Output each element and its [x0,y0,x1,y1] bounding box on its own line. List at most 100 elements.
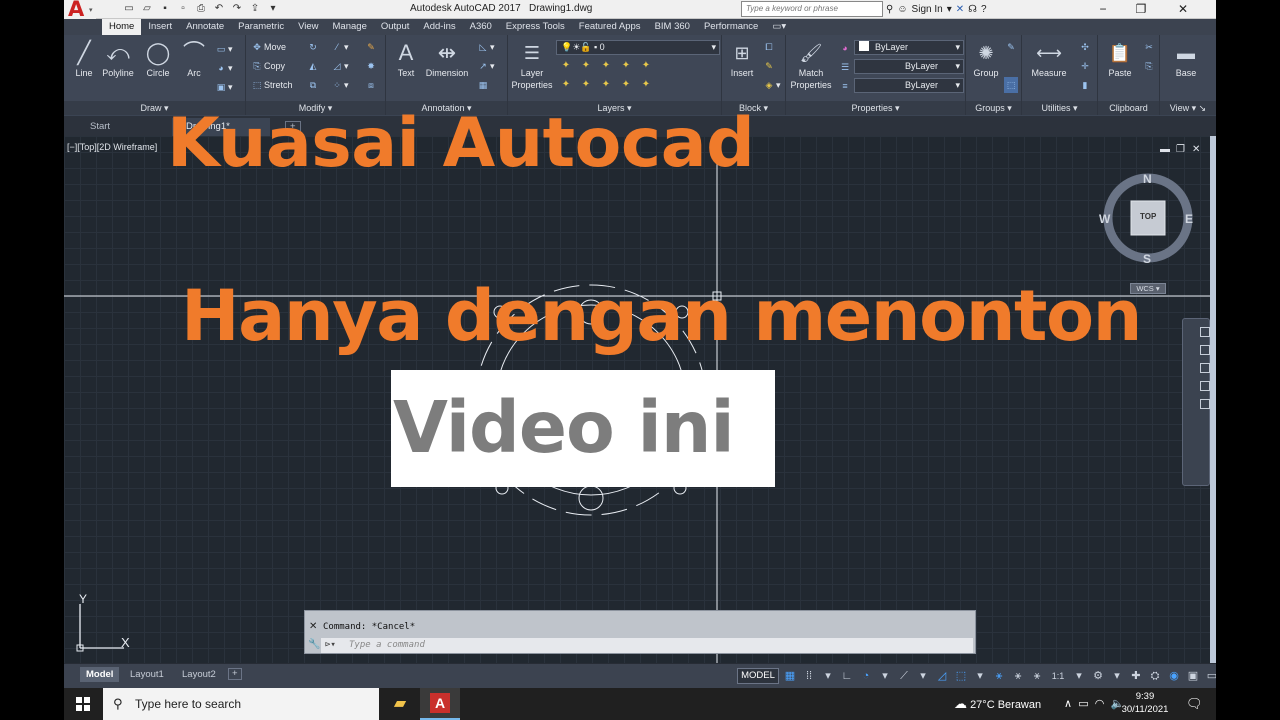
close-icon[interactable]: ✕ [309,621,317,632]
layer-tool-icon[interactable]: ✦ [620,79,632,91]
tab-a360[interactable]: A360 [463,19,499,35]
erase-tool[interactable]: ✎ [364,39,378,55]
tab-add-ins[interactable]: Add-ins [416,19,462,35]
tab-view[interactable]: View [291,19,325,35]
chevron-down-icon[interactable]: ▾ [1071,668,1087,684]
rectangle-tool[interactable]: ▭ ▾ [214,41,233,57]
save-as-icon[interactable]: ▫ [176,2,190,16]
tab-parametric[interactable]: Parametric [231,19,291,35]
stay-connected-icon[interactable]: ☊ [968,4,977,15]
annotation-visibility-icon[interactable]: ⚹ [991,668,1007,684]
plus-icon[interactable]: ✚ [1128,668,1144,684]
multileader-tool[interactable]: ↗ ▾ [476,58,494,74]
tab-model[interactable]: Model [80,667,120,682]
array-tool[interactable]: ⁘ ▾ [330,77,348,93]
polyline-button[interactable]: ⤺ Polyline [98,39,138,79]
tab-home[interactable]: Home [102,19,142,35]
tab-output[interactable]: Output [374,19,417,35]
layer-tool-icon[interactable]: ✦ [640,60,652,72]
user-icon[interactable]: ☺ [897,4,907,15]
layer-tool-icon[interactable]: ✦ [560,60,572,72]
table-tool[interactable]: ▦ [476,77,490,93]
panel-title-utilities[interactable]: Utilities ▾ [1022,101,1097,115]
chevron-down-icon[interactable]: ▾ [947,4,952,15]
hardware-acceleration-icon[interactable]: ◉ [1166,668,1182,684]
layer-tool-icon[interactable]: ✦ [560,79,572,91]
help-search-input[interactable]: Type a keyword or phrase [741,1,883,17]
layer-tool-icon[interactable]: ✦ [580,79,592,91]
explode-tool[interactable]: ✸ [364,58,378,74]
minimize-button[interactable]: − [1088,0,1118,19]
tab-manage[interactable]: Manage [326,19,374,35]
close-button[interactable]: ✕ [1168,0,1198,19]
boundary-tool[interactable]: ▣ ▾ [214,79,233,95]
compass-east[interactable]: E [1185,212,1193,226]
annotation-scale-icon[interactable]: ⚹ [1029,668,1045,684]
copy-clip-tool[interactable]: ⎘ [1142,58,1156,74]
compass-south[interactable]: S [1143,252,1151,266]
showmotion-icon[interactable] [1200,399,1210,409]
isolate-objects-icon[interactable]: ⛭ [1147,668,1163,684]
text-button[interactable]: A Text [386,39,426,79]
taskbar-clock[interactable]: 9:39 30/11/2021 [1115,690,1175,716]
layer-tool-icon[interactable]: ✦ [640,79,652,91]
auto-scale-icon[interactable]: ⚹ [1010,668,1026,684]
binoculars-icon[interactable]: ⚲ [886,4,893,15]
tab-start[interactable]: Start [76,118,124,136]
tab-annotate[interactable]: Annotate [179,19,231,35]
leader-tool[interactable]: ◺ ▾ [476,39,495,55]
polar-icon[interactable]: ◔ [858,668,874,684]
compass-west[interactable]: W [1099,212,1110,226]
save-icon[interactable]: ▪ [158,2,172,16]
color-dropdown[interactable]: ByLayer ▾ [854,40,964,55]
plot-icon[interactable]: ⎙ [194,2,208,16]
open-folder-icon[interactable]: ▱ [140,2,154,16]
match-properties-button[interactable]: 🖌 Match Properties [786,39,836,91]
insert-button[interactable]: ⊞ Insert [722,39,762,79]
mirror-tool[interactable]: ◭ [306,58,320,74]
ungroup-tool[interactable]: ✎ [1004,39,1018,55]
base-button[interactable]: ▬ Base [1166,39,1206,79]
chevron-down-icon[interactable]: ▾ [915,668,931,684]
paste-button[interactable]: 📋 Paste [1100,39,1140,79]
pan-icon[interactable] [1200,345,1210,355]
scale-value[interactable]: 1:1 [1048,668,1068,684]
layer-tool-icon[interactable]: ✦ [620,60,632,72]
display-icon[interactable]: ▭ [1078,698,1088,710]
steering-wheel-icon[interactable] [1200,327,1210,337]
layer-dropdown[interactable]: 💡☀🔓 ▪ 0 ▾ [556,40,720,55]
model-space-toggle[interactable]: MODEL [737,668,779,684]
graphics-performance-icon[interactable]: ▣ [1185,668,1201,684]
redo-icon[interactable]: ↷ [230,2,244,16]
orbit-icon[interactable] [1200,381,1210,391]
snap-icon[interactable]: ⁞⁞ [801,668,817,684]
compass-north[interactable]: N [1143,172,1152,186]
linetype-dropdown[interactable]: ByLayer ▾ [854,59,964,74]
file-explorer-icon[interactable]: ▰ [380,688,420,720]
wrench-icon[interactable]: 🔧 [308,639,320,650]
ortho-icon[interactable]: ∟ [839,668,855,684]
tab-insert[interactable]: Insert [141,19,179,35]
cut-tool[interactable]: ✂ [1142,39,1156,55]
attribute-tool[interactable]: ◈ ▾ [762,77,781,93]
tab-layout2[interactable]: Layout2 [176,667,222,682]
windows-start-icon[interactable] [76,697,90,711]
move-button[interactable]: ✥ Move [250,39,286,55]
panel-title-properties[interactable]: Properties ▾ [786,101,965,115]
dimension-button[interactable]: ⇹ Dimension [424,39,470,79]
select-all-tool[interactable]: ▮ [1078,77,1092,93]
object-snap-icon[interactable]: ◿ [934,668,950,684]
network-icon[interactable]: ◠ [1095,698,1105,710]
workspace-gear-icon[interactable]: ⚙ [1090,668,1106,684]
new-file-icon[interactable]: ▭ [122,2,136,16]
hatch-tool[interactable]: ◕ ▾ [214,60,232,76]
tab-express-tools[interactable]: Express Tools [499,19,572,35]
layer-tool-icon[interactable]: ✦ [600,60,612,72]
stretch-button[interactable]: ⬚ Stretch [250,77,293,93]
copy-button[interactable]: ⎘ Copy [250,58,285,74]
help-icon[interactable]: ? [981,4,987,15]
edit-block-tool[interactable]: ✎ [762,58,776,74]
viewport-scrollbar[interactable] [1210,136,1216,663]
chevron-down-icon[interactable]: ▾ [1109,668,1125,684]
scale-tool[interactable]: ⧉ [306,77,320,93]
